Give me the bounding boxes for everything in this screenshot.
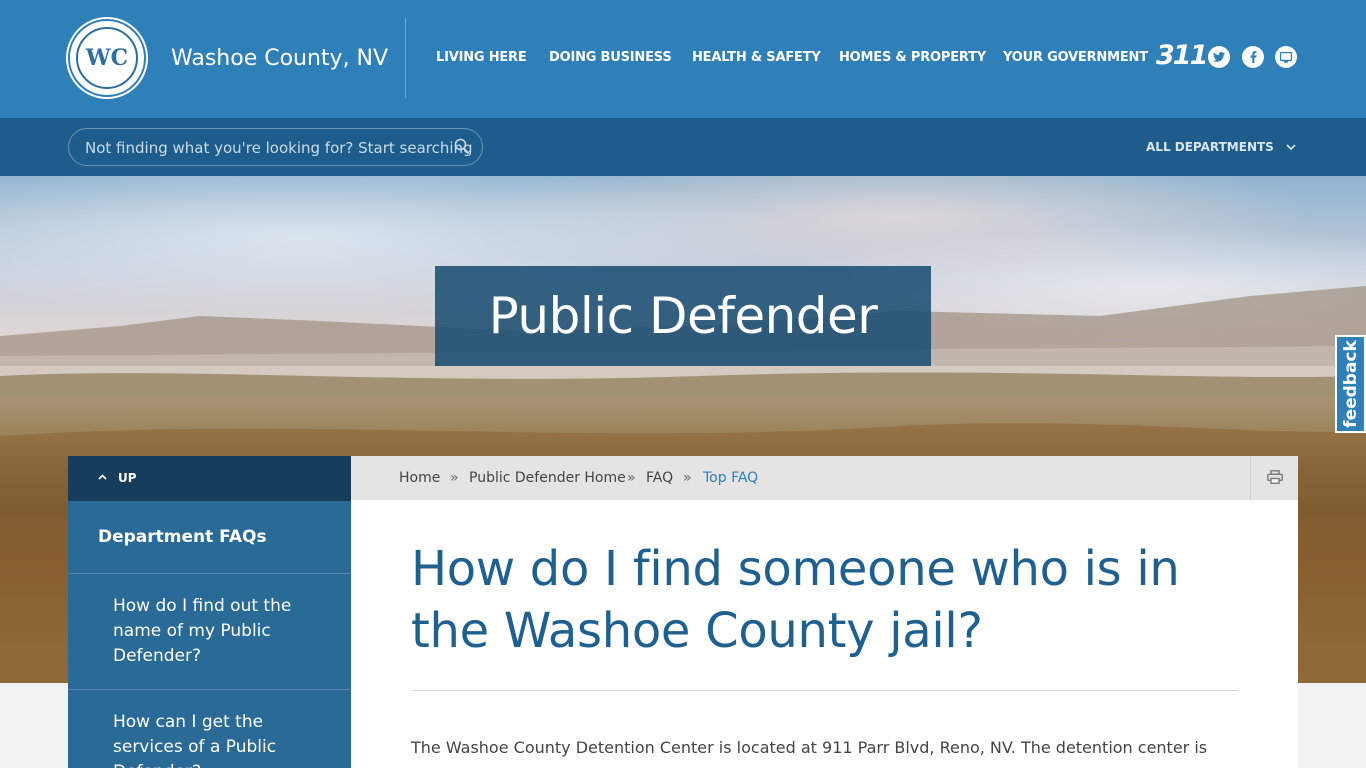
site-name[interactable]: Washoe County, NV [171, 46, 388, 71]
search-bar-strip: Not finding what you're looking for? Sta… [0, 118, 1366, 176]
breadcrumb-separator: » [683, 470, 692, 486]
breadcrumb-separator: » [450, 470, 459, 486]
title-divider [411, 690, 1238, 691]
breadcrumb-current[interactable]: Top FAQ [703, 470, 758, 486]
print-button[interactable] [1250, 456, 1298, 500]
monitor-icon[interactable] [1275, 46, 1297, 68]
hero-title: Public Defender [488, 287, 878, 345]
nav-doing-business[interactable]: DOING BUSINESS [549, 50, 672, 65]
breadcrumb-separator: » [627, 470, 636, 486]
sidebar-item-find-public-defender-name[interactable]: How do I find out the name of my Public … [68, 574, 351, 690]
feedback-tab[interactable]: feedback [1335, 335, 1366, 433]
sidebar-up-button[interactable]: UP [68, 456, 351, 501]
breadcrumb-faq[interactable]: FAQ [646, 470, 673, 486]
nav-living-here[interactable]: LIVING HERE [436, 50, 527, 65]
page-title: How do I find someone who is in the Wash… [411, 541, 1180, 659]
county-seal-logo[interactable]: WC [68, 19, 146, 97]
hero-title-box: Public Defender [435, 266, 931, 366]
sidebar-item-get-public-defender[interactable]: How can I get the services of a Public D… [68, 690, 351, 768]
site-header: WC Washoe County, NV LIVING HERE DOING B… [0, 0, 1366, 118]
faq-sidebar: UP Department FAQs How do I find out the… [68, 456, 351, 768]
printer-icon [1266, 469, 1283, 488]
search-icon[interactable] [454, 138, 470, 156]
311-icon[interactable]: 311 [1156, 40, 1208, 71]
chevron-down-icon [1286, 140, 1296, 154]
search-input[interactable]: Not finding what you're looking for? Sta… [68, 128, 483, 166]
breadcrumb-public-defender-home[interactable]: Public Defender Home [469, 470, 626, 486]
logo-monogram: WC [76, 27, 138, 89]
feedback-label: feedback [1340, 340, 1361, 428]
breadcrumb-home[interactable]: Home [399, 470, 440, 486]
twitter-icon[interactable] [1208, 46, 1230, 68]
nav-health-safety[interactable]: HEALTH & SAFETY [692, 50, 821, 65]
all-departments-dropdown[interactable]: ALL DEPARTMENTS [1146, 140, 1296, 154]
answer-text: The Washoe County Detention Center is lo… [411, 738, 1208, 757]
breadcrumb: Home » Public Defender Home » FAQ » Top … [351, 456, 1298, 500]
all-departments-label: ALL DEPARTMENTS [1146, 140, 1274, 154]
sidebar-up-label: UP [118, 471, 137, 485]
main-content: Home » Public Defender Home » FAQ » Top … [351, 456, 1298, 768]
chevron-up-icon [98, 470, 107, 483]
nav-your-government[interactable]: YOUR GOVERNMENT [1003, 50, 1148, 65]
sidebar-heading[interactable]: Department FAQs [68, 501, 351, 574]
header-divider [405, 18, 406, 98]
facebook-icon[interactable] [1242, 46, 1264, 68]
search-placeholder: Not finding what you're looking for? Sta… [85, 139, 473, 157]
nav-homes-property[interactable]: HOMES & PROPERTY [839, 50, 986, 65]
